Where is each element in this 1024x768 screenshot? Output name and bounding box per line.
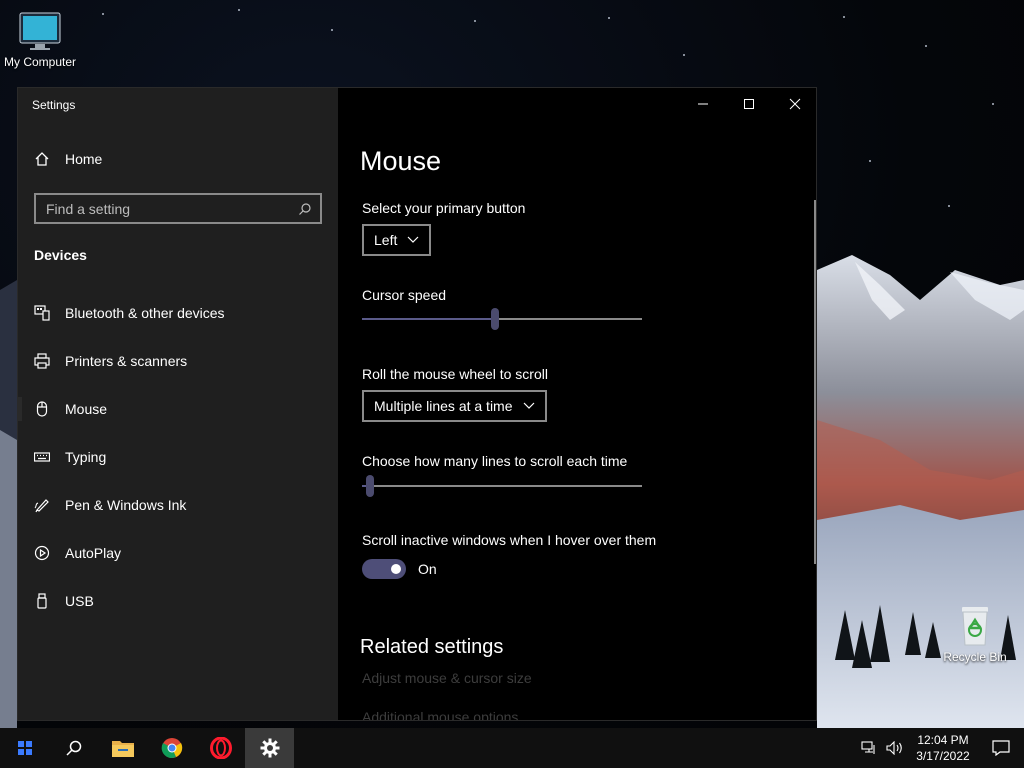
search-box[interactable] xyxy=(34,193,322,224)
slider-thumb[interactable] xyxy=(491,308,499,330)
taskbar-chrome[interactable] xyxy=(147,728,196,768)
close-button[interactable] xyxy=(772,88,816,120)
link-additional-mouse-options[interactable]: Additional mouse options xyxy=(362,709,518,720)
search-icon xyxy=(65,740,81,756)
primary-button-dropdown[interactable]: Left xyxy=(362,224,432,256)
taskbar-opera[interactable] xyxy=(196,728,245,768)
opera-icon xyxy=(209,737,232,759)
chrome-icon xyxy=(161,738,182,758)
desktop-icon-label: My Computer xyxy=(3,55,77,69)
desktop-icon-my-computer[interactable]: My Computer xyxy=(0,12,80,69)
sidebar-item-label: Mouse xyxy=(65,401,108,417)
network-icon[interactable] xyxy=(856,741,882,755)
sidebar-item-printers[interactable]: Printers & scanners xyxy=(18,337,338,385)
toggle-knob xyxy=(391,564,401,574)
minimize-icon xyxy=(698,103,708,105)
system-tray: 12:04 PM 3/17/2022 xyxy=(856,728,1024,768)
inactive-scroll-label: Scroll inactive windows when I hover ove… xyxy=(362,532,657,548)
sidebar-item-typing[interactable]: Typing xyxy=(18,433,338,481)
recycle-bin-icon xyxy=(962,607,988,646)
scrollbar[interactable] xyxy=(814,200,816,564)
cursor-speed-slider[interactable] xyxy=(362,307,642,331)
autoplay-icon xyxy=(34,545,50,561)
sidebar-item-autoplay[interactable]: AutoPlay xyxy=(18,529,338,577)
sidebar-item-label: AutoPlay xyxy=(65,545,122,561)
printer-icon xyxy=(34,353,50,369)
maximize-button[interactable] xyxy=(726,88,772,120)
bluetooth-devices-icon xyxy=(34,305,50,321)
clock-date: 3/17/2022 xyxy=(916,749,970,763)
slider-track xyxy=(362,485,642,487)
settings-content: Mouse Select your primary button Left Cu… xyxy=(338,88,816,720)
dropdown-value: Multiple lines at a time xyxy=(374,398,513,414)
toggle-state: On xyxy=(418,561,437,577)
file-explorer-icon xyxy=(111,741,134,757)
notification-icon xyxy=(992,740,1010,756)
sidebar-item-label: Typing xyxy=(65,449,107,465)
notification-button[interactable] xyxy=(978,740,1024,756)
usb-icon xyxy=(34,593,50,609)
taskbar-search-button[interactable] xyxy=(49,728,98,768)
sidebar-item-mouse[interactable]: Mouse xyxy=(18,385,338,433)
nav-home-label: Home xyxy=(65,151,103,167)
desktop-icon-label: Recycle Bin xyxy=(943,650,1007,664)
section-label: Devices xyxy=(34,247,87,263)
sidebar-item-bluetooth[interactable]: Bluetooth & other devices xyxy=(18,289,338,337)
dropdown-value: Left xyxy=(374,232,398,248)
maximize-icon xyxy=(744,99,754,109)
sidebar-item-label: Bluetooth & other devices xyxy=(65,305,225,321)
monitor-icon xyxy=(19,12,61,50)
search-input[interactable] xyxy=(46,200,298,217)
chevron-down-icon xyxy=(523,402,535,410)
lines-scroll-slider[interactable] xyxy=(362,474,642,498)
cursor-speed-label: Cursor speed xyxy=(362,287,447,303)
keyboard-icon xyxy=(34,449,50,465)
start-button[interactable] xyxy=(0,728,49,768)
start-icon xyxy=(17,741,32,755)
settings-window: Settings Home Devices Bluetooth & other … xyxy=(17,87,817,721)
search-icon[interactable] xyxy=(298,202,312,216)
taskbar-settings[interactable] xyxy=(245,728,294,768)
sidebar-item-label: Pen & Windows Ink xyxy=(65,497,187,513)
close-icon xyxy=(789,98,801,110)
settings-icon xyxy=(260,738,279,758)
desktop-icon-recycle-bin[interactable]: Recycle Bin xyxy=(935,603,1015,664)
wheel-scroll-label: Roll the mouse wheel to scroll xyxy=(362,366,548,382)
slider-thumb[interactable] xyxy=(366,475,374,497)
window-title: Settings xyxy=(32,98,76,112)
slider-fill xyxy=(362,318,495,320)
page-title: Mouse xyxy=(360,146,442,176)
minimize-button[interactable] xyxy=(680,88,726,120)
sidebar-item-usb[interactable]: USB xyxy=(18,577,338,625)
nav-home[interactable]: Home xyxy=(34,151,102,167)
nav-list: Bluetooth & other devices Printers & sca… xyxy=(18,289,338,625)
mouse-icon xyxy=(34,401,50,417)
sidebar-item-label: USB xyxy=(65,593,94,609)
home-icon xyxy=(34,151,50,167)
lines-scroll-label: Choose how many lines to scroll each tim… xyxy=(362,453,628,469)
wheel-scroll-dropdown[interactable]: Multiple lines at a time xyxy=(362,390,547,422)
chevron-down-icon xyxy=(407,236,419,244)
clock-time: 12:04 PM xyxy=(917,733,969,747)
primary-button-label: Select your primary button xyxy=(362,200,526,216)
taskbar-clock[interactable]: 12:04 PM 3/17/2022 xyxy=(908,732,978,764)
link-adjust-mouse-size[interactable]: Adjust mouse & cursor size xyxy=(362,670,532,686)
sidebar-item-label: Printers & scanners xyxy=(65,353,188,369)
settings-sidebar: Settings Home Devices Bluetooth & other … xyxy=(18,88,338,720)
pen-icon xyxy=(34,497,50,513)
related-settings-title: Related settings xyxy=(360,636,504,658)
taskbar-file-explorer[interactable] xyxy=(98,728,147,768)
sidebar-item-pen[interactable]: Pen & Windows Ink xyxy=(18,481,338,529)
volume-icon[interactable] xyxy=(882,741,908,755)
inactive-scroll-toggle[interactable] xyxy=(362,559,406,579)
taskbar: 12:04 PM 3/17/2022 xyxy=(0,728,1024,768)
